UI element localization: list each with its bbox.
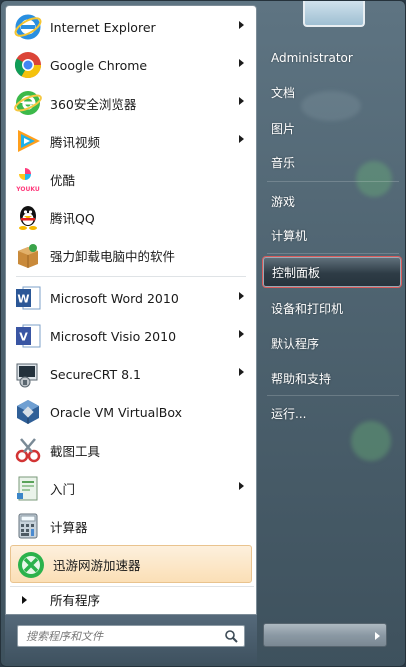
program-label: 强力卸载电脑中的软件 [50,248,176,264]
securecrt-icon [12,358,44,390]
place-run[interactable]: 运行... [263,398,401,428]
place-label: 帮助和支持 [271,371,332,386]
search-box[interactable] [17,625,245,647]
program-virtualbox[interactable]: Oracle VM VirtualBox [8,393,254,431]
place-control-panel[interactable]: 控制面板 [263,257,401,287]
submenu-arrow-icon[interactable] [239,292,244,300]
program-snipping-tool[interactable]: 截图工具 [8,431,254,469]
chevron-right-icon [22,596,27,604]
tencent-video-icon [12,125,44,157]
start-menu: Internet Explorer Google Chrome 360安全浏览器 [0,0,406,667]
program-list: Internet Explorer Google Chrome 360安全浏览器 [8,8,254,583]
user-name: Administrator [271,51,353,65]
divider [267,395,399,396]
program-securecrt[interactable]: SecureCRT 8.1 [8,355,254,393]
calculator-icon [12,510,44,542]
program-youku[interactable]: YOUKU 优酷 [8,160,254,198]
360-browser-icon [12,87,44,119]
submenu-arrow-icon[interactable] [239,59,244,67]
place-label: 计算机 [271,228,308,243]
getting-started-icon [12,472,44,504]
chrome-icon [12,49,44,81]
place-label: 图片 [271,121,296,136]
program-internet-explorer[interactable]: Internet Explorer [8,8,254,46]
user-picture[interactable] [303,1,365,27]
program-label: 优酷 [50,172,76,188]
ie-icon [12,11,44,43]
places-pane: Administrator 文档 图片 音乐 游戏 计算机 控制面板 设备和打印… [259,1,405,666]
submenu-arrow-icon[interactable] [239,135,244,143]
snipping-tool-icon [12,434,44,466]
uninstall-box-icon [12,239,44,271]
program-label: Google Chrome [50,57,148,73]
program-uninstaller[interactable]: 强力卸载电脑中的软件 [8,236,254,274]
place-label: 运行... [271,406,307,421]
program-360-browser[interactable]: 360安全浏览器 [8,84,254,122]
user-name-link[interactable]: Administrator [263,43,401,73]
xunyou-icon [15,549,47,581]
program-label: Microsoft Visio 2010 [50,328,177,344]
program-label: 计算器 [50,519,88,535]
place-label: 音乐 [271,155,296,170]
place-label: 控制面板 [272,265,321,280]
divider [267,253,399,254]
submenu-arrow-icon[interactable] [239,368,244,376]
program-label: SecureCRT 8.1 [50,366,141,382]
svg-text:W: W [17,293,29,306]
all-programs-button[interactable]: 所有程序 [10,586,254,612]
search-icon[interactable] [224,629,238,643]
program-label: 腾讯QQ [50,210,95,226]
place-pictures[interactable]: 图片 [263,113,401,143]
submenu-arrow-icon[interactable] [239,21,244,29]
word-icon: W [12,282,44,314]
place-label: 默认程序 [271,336,320,351]
virtualbox-icon [12,396,44,428]
program-label: Microsoft Word 2010 [50,290,179,306]
search-area [5,615,257,663]
youku-icon: YOUKU [12,163,44,195]
program-label: 截图工具 [50,443,101,459]
program-label: Internet Explorer [50,19,156,35]
program-visio-2010[interactable]: V Microsoft Visio 2010 [8,317,254,355]
place-games[interactable]: 游戏 [263,186,401,216]
place-default-programs[interactable]: 默认程序 [263,328,401,358]
program-qq[interactable]: 腾讯QQ [8,198,254,236]
shutdown-button[interactable] [263,623,387,647]
svg-text:YOUKU: YOUKU [15,186,40,193]
submenu-arrow-icon[interactable] [239,97,244,105]
program-tencent-video[interactable]: 腾讯视频 [8,122,254,160]
program-xunyou-accelerator[interactable]: 迅游网游加速器 [10,545,252,583]
program-google-chrome[interactable]: Google Chrome [8,46,254,84]
divider [16,276,246,277]
search-input[interactable] [26,627,226,645]
place-label: 文档 [271,85,296,100]
place-label: 设备和打印机 [271,301,344,316]
all-programs-label: 所有程序 [50,593,101,608]
program-calculator[interactable]: 计算器 [8,507,254,545]
program-label: 迅游网游加速器 [53,557,141,573]
program-word-2010[interactable]: W Microsoft Word 2010 [8,279,254,317]
programs-pane: Internet Explorer Google Chrome 360安全浏览器 [5,5,257,615]
svg-text:V: V [19,331,28,344]
place-label: 游戏 [271,194,296,209]
program-label: 360安全浏览器 [50,96,137,112]
shutdown-options-arrow-icon[interactable] [375,632,380,640]
program-label: 腾讯视频 [50,134,101,150]
divider [267,181,399,182]
submenu-arrow-icon[interactable] [239,482,244,490]
submenu-arrow-icon[interactable] [239,330,244,338]
visio-icon: V [12,320,44,352]
place-music[interactable]: 音乐 [263,147,401,177]
place-documents[interactable]: 文档 [263,77,401,107]
program-label: Oracle VM VirtualBox [50,404,183,420]
place-devices-printers[interactable]: 设备和打印机 [263,293,401,323]
qq-penguin-icon [12,201,44,233]
program-label: 入门 [50,481,76,497]
place-computer[interactable]: 计算机 [263,220,401,250]
program-getting-started[interactable]: 入门 [8,469,254,507]
place-help-support[interactable]: 帮助和支持 [263,363,401,393]
